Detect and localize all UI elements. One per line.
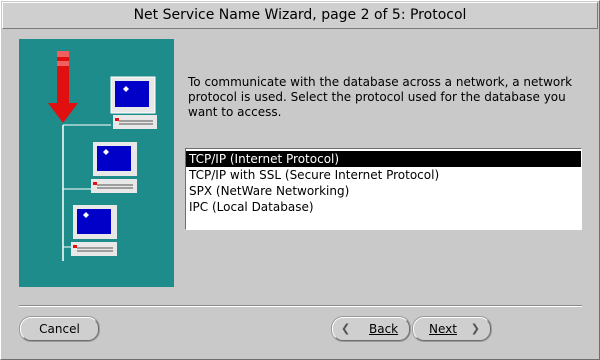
computer-icon — [110, 76, 157, 129]
computer-icon — [71, 205, 117, 256]
protocol-option[interactable]: TCP/IP with SSL (Secure Internet Protoco… — [186, 167, 581, 183]
back-button[interactable]: ❮ Back — [332, 317, 410, 341]
protocol-listbox[interactable]: TCP/IP (Internet Protocol) TCP/IP with S… — [185, 148, 582, 230]
cancel-button-label: Cancel — [39, 322, 80, 336]
next-button-label: Next — [429, 322, 457, 336]
network-diagram-icon — [48, 51, 157, 261]
network-illustration — [19, 39, 174, 287]
chevron-right-icon: ❯ — [470, 322, 480, 335]
protocol-option[interactable]: SPX (NetWare Networking) — [186, 183, 581, 199]
wizard-window: Net Service Name Wizard, page 2 of 5: Pr… — [0, 0, 600, 360]
red-arrow-icon — [48, 51, 78, 123]
computer-icon — [91, 142, 137, 193]
protocol-option[interactable]: IPC (Local Database) — [186, 199, 581, 215]
next-button[interactable]: Next ❯ — [413, 317, 491, 341]
button-separator — [19, 305, 582, 307]
back-button-label: Back — [369, 322, 399, 336]
chevron-left-icon: ❮ — [341, 322, 351, 335]
intro-text: To communicate with the database across … — [188, 75, 573, 119]
cancel-button[interactable]: Cancel — [20, 317, 99, 341]
window-title: Net Service Name Wizard, page 2 of 5: Pr… — [2, 2, 598, 29]
protocol-option[interactable]: TCP/IP (Internet Protocol) — [186, 151, 581, 167]
